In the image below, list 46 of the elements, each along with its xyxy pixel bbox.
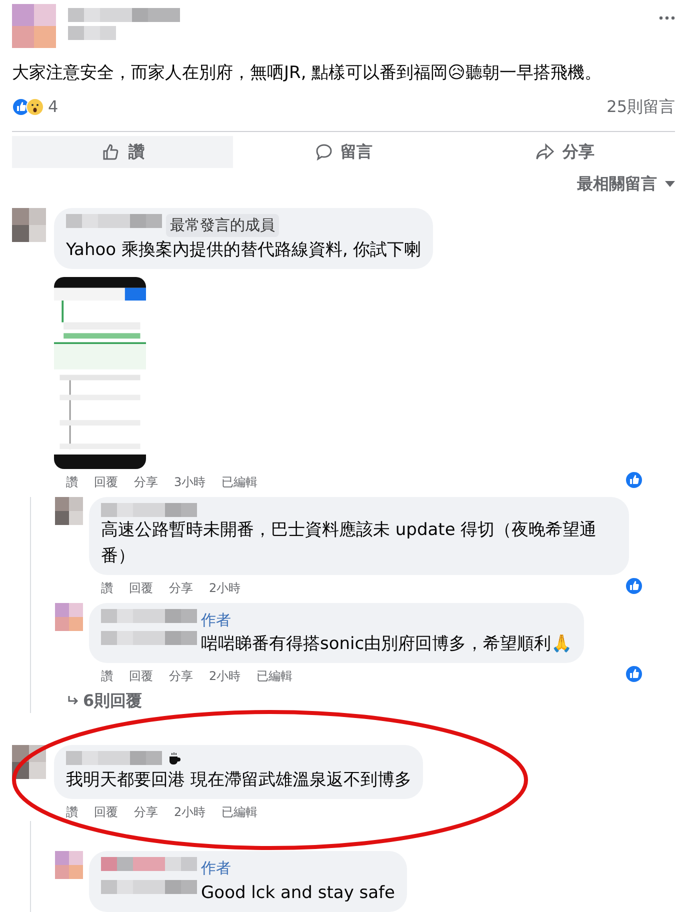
- comment-action-link[interactable]: 分享: [169, 667, 193, 685]
- share-arrow-icon: [534, 143, 554, 161]
- comment-meta: 2小時: [174, 804, 206, 821]
- comment-action-link[interactable]: 讚: [101, 578, 113, 596]
- comment-text: 我明天都要回港 現在滯留武雄溫泉返不到博多: [66, 769, 412, 792]
- comment-action-link[interactable]: 讚: [66, 472, 78, 490]
- speech-bubble-icon: [314, 143, 332, 161]
- comment-text: 啱啱睇番有得搭sonic由別府回博多，希望順利🙏: [201, 633, 572, 656]
- thumbs-up-icon: [100, 142, 120, 162]
- reply-arrow-icon: [67, 695, 79, 707]
- comment-action-link[interactable]: 回覆: [94, 472, 118, 490]
- comment-count[interactable]: 25則留言: [606, 95, 675, 119]
- post-text: 大家注意安全，而家人在別府，無哂JR, 點樣可以番到福岡😥聽朝一早搭飛機。: [11, 62, 602, 85]
- comment-meta: 已編輯: [222, 804, 258, 821]
- comment-text: 高速公路暫時未開番，巴士資料應該未 update 得切（夜晚希望通番）: [101, 518, 598, 568]
- comment-text: Yahoo 乘換案內提供的替代路線資料, 你試下喇: [66, 238, 422, 262]
- wow-reaction-icon: [26, 98, 44, 116]
- comment-action-link[interactable]: 回覆: [129, 667, 153, 685]
- reaction-count[interactable]: 4: [48, 95, 58, 119]
- avatar[interactable]: [12, 208, 46, 242]
- comment-meta: 已編輯: [256, 668, 293, 685]
- comment-action-link[interactable]: 讚: [101, 667, 113, 685]
- post-action-button[interactable]: 讚: [12, 136, 233, 168]
- author-label: 作者: [201, 858, 231, 879]
- comment-action-link[interactable]: 分享: [169, 578, 193, 596]
- comment-action-link[interactable]: 回覆: [94, 803, 118, 821]
- author-label: 作者: [201, 610, 231, 630]
- more-replies-link[interactable]: 6則回覆: [55, 689, 675, 713]
- avatar[interactable]: [12, 745, 46, 779]
- more-options-icon[interactable]: [659, 16, 675, 20]
- blurred-name: [68, 26, 116, 40]
- post-action-button[interactable]: 分享: [454, 136, 675, 168]
- caret-icon: [665, 181, 675, 187]
- sort-dropdown[interactable]: 最相關留言: [577, 172, 675, 196]
- member-badge: 最常發言的成員: [166, 214, 279, 236]
- comment-action-link[interactable]: 回覆: [129, 578, 153, 596]
- post-action-button[interactable]: 留言: [233, 136, 454, 168]
- comment-action-link[interactable]: 分享: [134, 803, 158, 821]
- comment-text: Good lck and stay safe: [201, 882, 395, 904]
- comment-action-link[interactable]: 分享: [134, 472, 158, 490]
- comment-meta: 2小時: [209, 668, 241, 685]
- comment-action-link[interactable]: 讚: [66, 803, 78, 821]
- comment-meta: 2小時: [209, 580, 241, 596]
- avatar[interactable]: [55, 496, 83, 524]
- comment-meta: 3小時: [174, 474, 206, 490]
- comment-meta: 已編輯: [222, 474, 258, 490]
